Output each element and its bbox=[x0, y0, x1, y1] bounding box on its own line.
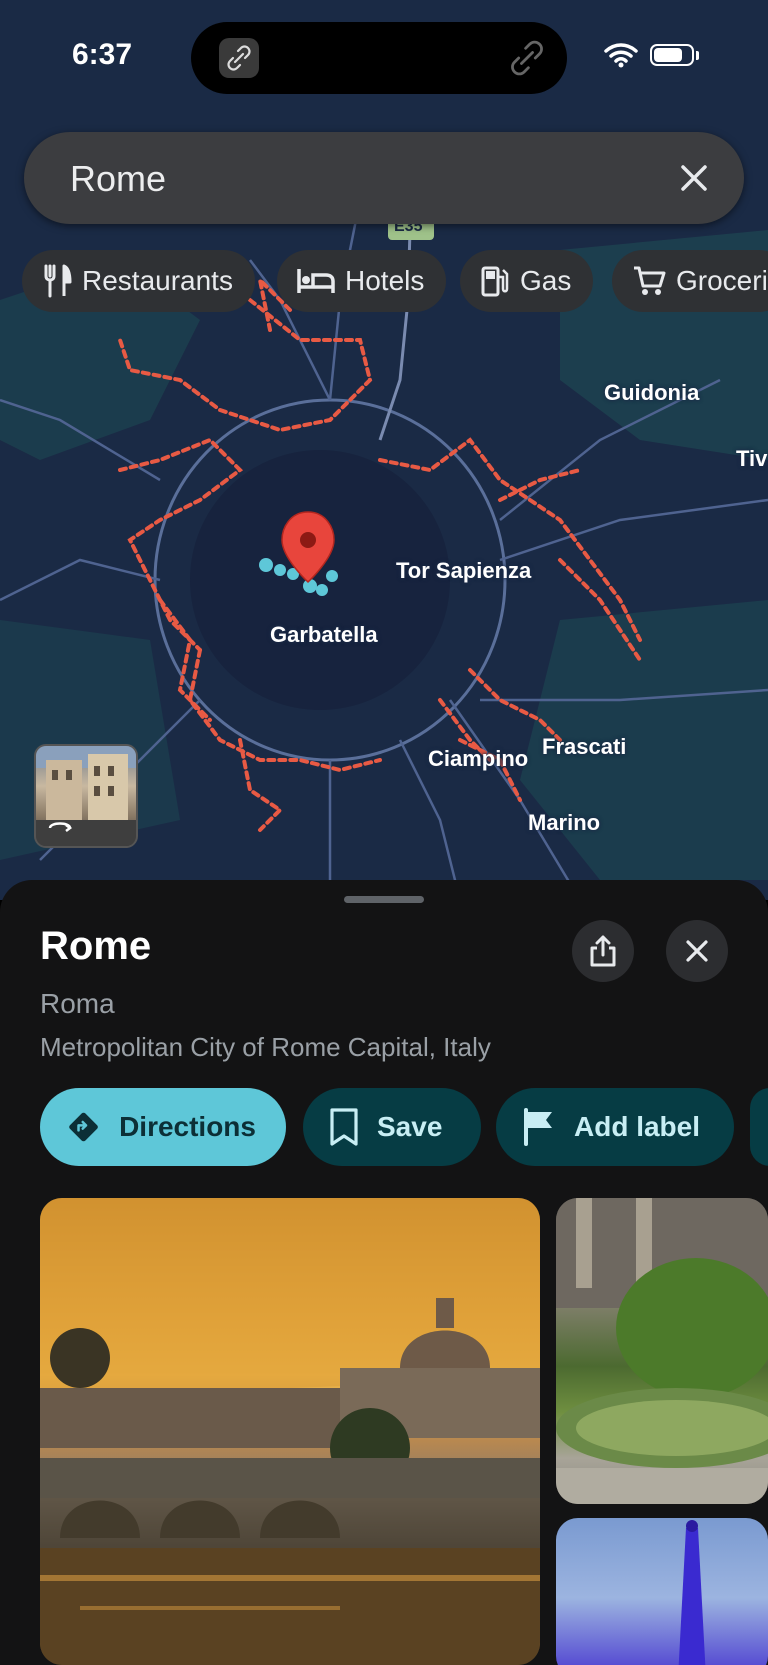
chip-gas[interactable]: Gas bbox=[460, 250, 594, 312]
directions-icon bbox=[69, 1112, 98, 1142]
map-label-marino[interactable]: Marino bbox=[528, 810, 600, 836]
link-app-icon bbox=[219, 38, 259, 78]
link-icon bbox=[507, 38, 547, 78]
bed-icon bbox=[297, 269, 335, 293]
photo-rome-skyline[interactable] bbox=[40, 1198, 540, 1665]
save-button[interactable]: Save bbox=[303, 1088, 481, 1166]
map-label-ciampino[interactable]: Ciampino bbox=[428, 746, 528, 772]
directions-button[interactable]: Directions bbox=[40, 1088, 286, 1166]
add-label-label: Add label bbox=[574, 1111, 701, 1142]
bookmark-icon bbox=[330, 1108, 358, 1146]
dynamic-island bbox=[191, 22, 567, 94]
chip-label: Groceri bbox=[676, 265, 768, 296]
place-address: Metropolitan City of Rome Capital, Italy bbox=[40, 1032, 491, 1062]
wifi-icon bbox=[604, 43, 638, 68]
close-icon bbox=[681, 165, 707, 191]
clear-search-button[interactable] bbox=[672, 156, 716, 200]
chip-groceries[interactable]: Groceri bbox=[612, 250, 768, 312]
share-button[interactable] bbox=[572, 920, 634, 982]
map-label-tivoli[interactable]: Tiv bbox=[736, 446, 767, 472]
chip-restaurants[interactable]: Restaurants bbox=[22, 250, 255, 312]
flag-icon bbox=[524, 1108, 552, 1146]
battery-icon bbox=[650, 44, 694, 66]
chip-label: Restaurants bbox=[82, 265, 233, 296]
cart-icon bbox=[634, 266, 666, 295]
status-bar: 6:37 bbox=[0, 0, 768, 110]
map-label-frascati[interactable]: Frascati bbox=[542, 734, 626, 760]
status-time: 6:37 bbox=[72, 38, 133, 71]
place-details-sheet[interactable]: Rome Roma Metropolitan City of Rome Capi… bbox=[0, 880, 768, 1665]
close-icon bbox=[686, 940, 708, 962]
map-label-tor-sapienza[interactable]: Tor Sapienza bbox=[396, 558, 531, 584]
more-actions-button[interactable] bbox=[750, 1088, 768, 1166]
gas-pump-icon bbox=[481, 266, 509, 297]
place-title: Rome bbox=[40, 924, 152, 968]
chip-label: Hotels bbox=[345, 265, 425, 296]
photo-obelisk[interactable] bbox=[556, 1518, 768, 1665]
share-icon bbox=[590, 935, 616, 967]
photo-fountain[interactable] bbox=[556, 1198, 768, 1504]
fork-knife-icon bbox=[44, 264, 72, 298]
save-label: Save bbox=[377, 1111, 443, 1142]
directions-label: Directions bbox=[119, 1111, 256, 1142]
sheet-drag-handle[interactable] bbox=[344, 896, 424, 903]
search-input[interactable]: Rome bbox=[70, 158, 166, 200]
street-view-thumbnail[interactable] bbox=[34, 744, 138, 848]
chip-label: Gas bbox=[520, 265, 572, 296]
map-label-garbatella[interactable]: Garbatella bbox=[270, 622, 378, 648]
map-label-guidonia[interactable]: Guidonia bbox=[604, 380, 699, 406]
close-sheet-button[interactable] bbox=[666, 920, 728, 982]
add-label-button[interactable]: Add label bbox=[496, 1088, 734, 1166]
chip-hotels[interactable]: Hotels bbox=[277, 250, 447, 312]
place-subtitle: Roma bbox=[40, 988, 115, 1019]
search-bar[interactable]: Rome bbox=[24, 132, 744, 224]
